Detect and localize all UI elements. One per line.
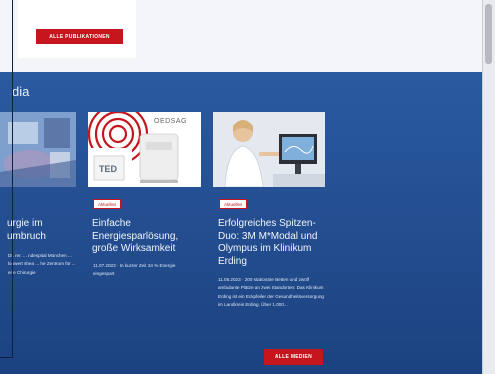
all-media-button[interactable]: ALLE MEDIEN xyxy=(264,349,323,365)
media-card-3-title[interactable]: Erfolgreiches Spitzen-Duo: 3M M*Modal un… xyxy=(218,218,322,268)
media-card-3-tag: Aktuelles xyxy=(219,199,248,209)
overlay-panel-edge xyxy=(0,0,13,358)
media-card-3-text: 11.05.2023 · 200 stationäre Betten und z… xyxy=(218,277,324,308)
media-card-2-image[interactable]: OEDSAG TED xyxy=(88,112,201,187)
scrollbar-thumb[interactable] xyxy=(485,4,492,64)
all-publications-button[interactable]: ALLE PUBLIKATIONEN xyxy=(36,29,123,44)
media-card-1-text: Dr. rer. ... ndespital München ... loowe… xyxy=(8,253,76,275)
media-heading: dia xyxy=(12,84,30,99)
media-card-2-title[interactable]: Einfache Energiesparlösung, große Wirksa… xyxy=(92,218,196,256)
media-card-2-product: TED xyxy=(99,164,117,174)
media-card-2-tag: Aktuelles xyxy=(93,199,122,209)
media-card-3-image[interactable] xyxy=(213,112,325,187)
media-card-1-title[interactable]: urgie im umbruch xyxy=(7,218,77,243)
media-card-2-brand: OEDSAG xyxy=(154,118,187,125)
media-card-2-text: 11.07.2023 · In kurzer Zeit 34 % Energie… xyxy=(93,263,176,277)
